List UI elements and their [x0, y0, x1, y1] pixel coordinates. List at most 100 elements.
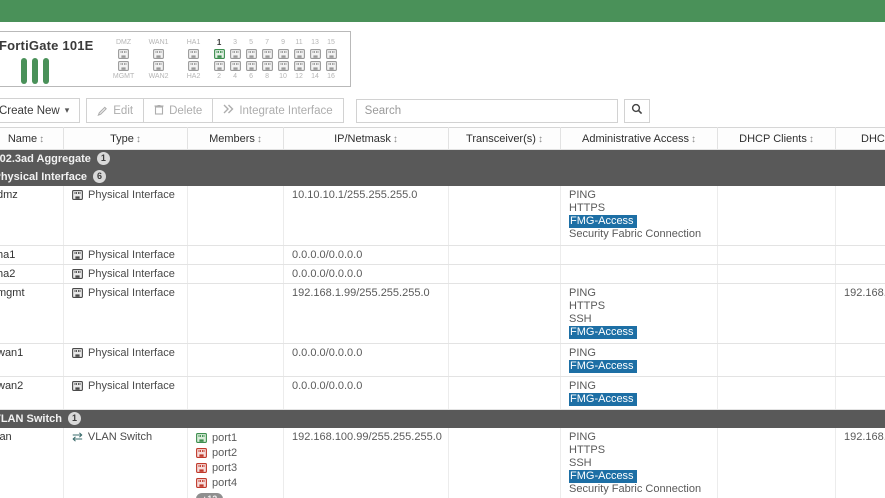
cell-members: [187, 376, 284, 410]
device-port-column: 3 4: [229, 39, 242, 81]
cell-dhcp-clients: [717, 185, 836, 246]
power-led-bar: [21, 58, 27, 84]
column-header-members[interactable]: Members ↕: [187, 127, 284, 150]
create-new-button[interactable]: Create New ▾: [0, 98, 81, 123]
port-icon: [245, 61, 257, 71]
cell-dhcp-clients: [717, 376, 836, 410]
column-header-ip-netmask[interactable]: IP/Netmask ↕: [283, 127, 449, 150]
port-label: WAN1: [148, 39, 169, 46]
search-icon: [631, 103, 643, 118]
access-item: PING: [569, 380, 596, 392]
port-label: 7: [265, 39, 270, 46]
table-row[interactable]: dmz Physical Interface 10.10.10.1/255.255…: [0, 185, 885, 246]
access-item: PING: [569, 347, 596, 359]
column-header-transceiver-s-[interactable]: Transceiver(s) ↕: [448, 127, 561, 150]
cell-transceivers: [448, 427, 561, 498]
power-led-bar: [32, 58, 38, 84]
access-item-highlighted: FMG-Access: [569, 469, 717, 483]
member-port-icon: [196, 478, 207, 488]
cell-type: Physical Interface: [63, 264, 188, 284]
member-item: port4: [196, 476, 283, 491]
table-row[interactable]: mgmt Physical Interface 192.168.1.99/255.…: [0, 283, 885, 344]
port-icon: [293, 49, 305, 59]
member-port-icon: [196, 448, 207, 458]
column-header-name[interactable]: Name ↕: [0, 127, 64, 150]
table-row[interactable]: ha2 Physical Interface 0.0.0.0/0.0.0.0: [0, 264, 885, 284]
group-count-badge: 1: [67, 412, 81, 425]
edit-button[interactable]: Edit: [86, 98, 145, 123]
port-label: DMZ: [115, 39, 132, 46]
table-header-row: Name ↕ Type ↕ Members ↕ IP/Netmask ↕ Transceiver…: [0, 127, 885, 150]
column-header-dhcp-ranges[interactable]: DHCP Ranges↕: [835, 127, 885, 150]
table-row[interactable]: lan⇄VLAN Switch port1 port2 port3 port4+…: [0, 427, 885, 498]
sort-icon: ↕: [39, 133, 45, 145]
group-header-row[interactable]: VLAN Switch 1: [0, 409, 885, 428]
cell-ip: 192.168.100.99/255.255.255.0: [283, 427, 449, 498]
cell-admin-access: PING HTTPS FMG-Access Security Fabric Conne…: [560, 185, 718, 246]
port-icon: [229, 49, 241, 59]
table-row[interactable]: wan1 Physical Interface 0.0.0.0/0.0.0.0 PI…: [0, 343, 885, 377]
cell-ip: 0.0.0.0/0.0.0.0: [283, 343, 449, 377]
group-header-row[interactable]: 802.3ad Aggregate 1: [0, 149, 885, 168]
device-port-column: HA1 HA2: [178, 39, 210, 81]
device-port-column: 13 14: [309, 39, 322, 81]
delete-button[interactable]: Delete: [144, 98, 214, 123]
group-label: Physical Interface: [0, 170, 88, 183]
cell-type: Physical Interface: [63, 185, 188, 246]
port-icon: [325, 49, 337, 59]
cell-dhcp-ranges: 192.168.10: [835, 427, 885, 498]
device-port-grid: DMZ MGMT WAN1 WAN2 HA1 HA2 1 23 4 5 6 7 …: [108, 38, 338, 81]
port-up-icon: [213, 49, 225, 59]
device-port-column: 5 6: [245, 39, 258, 81]
group-header-row[interactable]: Physical Interface 6: [0, 167, 885, 186]
chevron-down-icon: ▾: [64, 105, 70, 115]
column-header-dhcp-clients[interactable]: DHCP Clients ↕: [717, 127, 836, 150]
access-item-highlighted: FMG-Access: [569, 214, 717, 228]
search-input[interactable]: [355, 98, 618, 123]
access-item: HTTPS: [569, 201, 606, 214]
port-icon: [245, 49, 257, 59]
double-chevron-right-icon: [223, 104, 234, 117]
member-more-badge[interactable]: +12: [196, 492, 224, 498]
table-row[interactable]: wan2 Physical Interface 0.0.0.0/0.0.0.0 PI…: [0, 376, 885, 410]
access-item: Security Fabric Connection: [569, 227, 702, 240]
port-label: 3: [233, 39, 238, 46]
port-icon: [188, 49, 200, 59]
cell-transceivers: [448, 283, 561, 344]
sort-icon: ↕: [256, 133, 262, 145]
cell-dhcp-clients: [717, 427, 836, 498]
physical-interface-icon: [72, 250, 83, 260]
device-port-column: 7 8: [261, 39, 274, 81]
access-item: PING: [569, 188, 596, 201]
cell-dhcp-clients: [717, 245, 836, 265]
cell-dhcp-ranges: [835, 376, 885, 410]
port-icon: [118, 49, 130, 59]
port-label: MGMT: [112, 73, 135, 80]
port-label: 5: [249, 39, 254, 46]
port-icon: [325, 61, 337, 71]
port-icon: [293, 61, 305, 71]
cell-type: ⇄ VLAN Switch: [63, 427, 188, 498]
integrate-interface-button[interactable]: Integrate Interface: [213, 98, 344, 123]
port-label: 9: [281, 39, 286, 46]
port-label: 6: [249, 73, 254, 80]
app-viewport: FortiGate 101E DMZ MGMT WAN1 WAN2 HA1 HA2 1: [0, 0, 885, 498]
port-label: HA2: [186, 73, 201, 80]
port-icon: [153, 61, 165, 71]
vlan-switch-icon: ⇄: [72, 428, 83, 444]
cell-members: [187, 343, 284, 377]
cell-ip: 10.10.10.1/255.255.255.0: [283, 185, 449, 246]
column-header-administrative-access[interactable]: Administrative Access ↕: [560, 127, 718, 150]
column-header-type[interactable]: Type ↕: [63, 127, 188, 150]
device-led-indicators: [21, 58, 94, 84]
cell-dhcp-clients: [717, 283, 836, 344]
device-model-label: FortiGate 101E: [0, 38, 94, 53]
cell-ip: 0.0.0.0/0.0.0.0: [283, 376, 449, 410]
port-label: 15: [327, 39, 335, 46]
physical-interface-icon: [72, 348, 83, 358]
group-label: VLAN Switch: [0, 413, 62, 425]
port-icon: [118, 61, 130, 71]
port-icon: [309, 61, 321, 71]
table-row[interactable]: ha1 Physical Interface 0.0.0.0/0.0.0.0: [0, 245, 885, 265]
search-button[interactable]: [623, 98, 650, 123]
